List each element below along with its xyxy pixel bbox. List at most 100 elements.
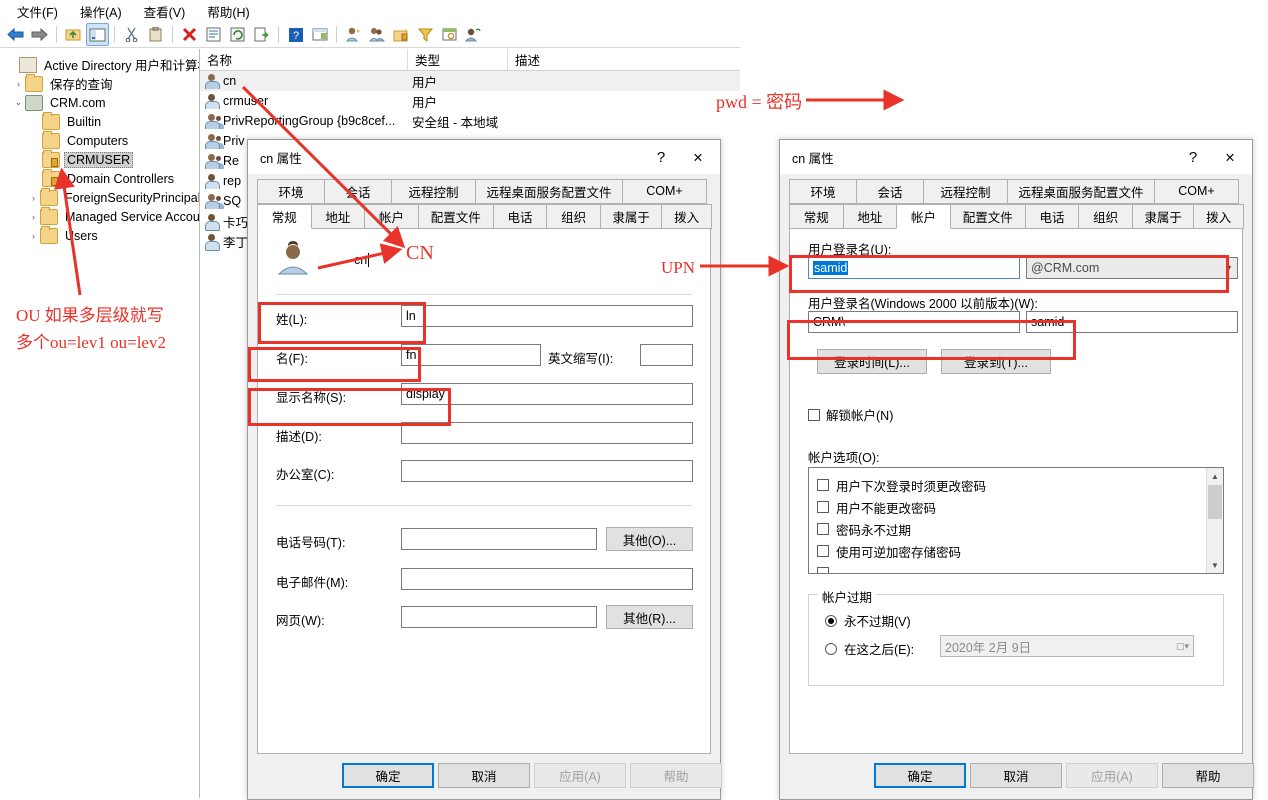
tab-rds-profile[interactable]: 远程桌面服务配置文件 xyxy=(1007,179,1155,204)
column-header-description[interactable]: 描述 xyxy=(508,49,658,70)
filter-icon[interactable] xyxy=(414,23,437,46)
twisty-icon[interactable]: › xyxy=(27,231,40,241)
close-icon[interactable]: ✕ xyxy=(1208,142,1252,173)
checkbox-icon[interactable] xyxy=(817,501,829,513)
delete-icon[interactable] xyxy=(178,23,201,46)
tab-com-plus[interactable]: COM+ xyxy=(622,179,707,204)
last-name-input[interactable]: ln xyxy=(401,305,693,327)
tree-item-crmuser[interactable]: CRMUSER xyxy=(0,149,199,169)
radio-icon[interactable] xyxy=(825,642,837,655)
tab-member-of[interactable]: 隶属于 xyxy=(599,204,663,229)
options-scrollbar[interactable]: ▲ ▼ xyxy=(1206,468,1223,573)
sam-account-input[interactable]: samid xyxy=(1026,311,1238,333)
tree-item-foreignsecurityprincipals[interactable]: › ForeignSecurityPrincipals xyxy=(0,187,199,207)
checkbox-icon[interactable] xyxy=(817,479,829,491)
tab-organization[interactable]: 组织 xyxy=(546,204,601,229)
tab-sessions[interactable]: 会话 xyxy=(856,179,924,204)
email-input[interactable] xyxy=(401,568,693,590)
logon-hours-button[interactable]: 登录时间(L)... xyxy=(817,349,927,374)
list-item[interactable]: 使用可逆加密存储密码 xyxy=(817,540,1207,562)
logon-to-button[interactable]: 登录到(T)... xyxy=(941,349,1051,374)
close-icon[interactable]: ✕ xyxy=(676,142,720,173)
table-row[interactable]: crmuser 用户 xyxy=(200,91,740,111)
twisty-icon[interactable]: ⌄ xyxy=(12,97,25,108)
table-row[interactable]: cn 用户 xyxy=(200,71,740,91)
new-user-icon[interactable] xyxy=(342,23,365,46)
checkbox-icon[interactable] xyxy=(817,545,829,557)
phone-input[interactable] xyxy=(401,528,597,550)
tab-com-plus[interactable]: COM+ xyxy=(1154,179,1239,204)
tab-remote-control[interactable]: 远程控制 xyxy=(391,179,476,204)
upn-input[interactable]: samid xyxy=(808,257,1020,279)
first-name-input[interactable]: fn xyxy=(401,344,541,366)
help-icon[interactable]: ? xyxy=(284,23,307,46)
tab-sessions[interactable]: 会话 xyxy=(324,179,392,204)
tab-rds-profile[interactable]: 远程桌面服务配置文件 xyxy=(475,179,623,204)
checkbox-icon[interactable] xyxy=(808,408,820,421)
tab-general[interactable]: 常规 xyxy=(789,204,844,229)
initials-input[interactable] xyxy=(640,344,693,366)
tree-item-builtin[interactable]: Builtin xyxy=(0,111,199,131)
tab-member-of[interactable]: 隶属于 xyxy=(1131,204,1195,229)
ok-button[interactable]: 确定 xyxy=(342,763,434,788)
list-item[interactable]: 密码永不过期 xyxy=(817,518,1207,540)
menu-item-help[interactable]: 帮助(H) xyxy=(196,0,260,23)
help-question-icon[interactable]: ? xyxy=(1178,142,1208,172)
phone-other-button[interactable]: 其他(O)... xyxy=(606,527,693,551)
forward-icon[interactable] xyxy=(28,23,51,46)
checkbox-icon[interactable] xyxy=(817,567,829,573)
tree-item-crm-com[interactable]: ⌄ CRM.com xyxy=(0,93,199,112)
list-item[interactable]: 用户下次登录时须更改密码 xyxy=(817,474,1207,496)
checkbox-icon[interactable] xyxy=(817,523,829,535)
table-row[interactable]: PrivReportingGroup {b9c8cef... 安全组 - 本地域 xyxy=(200,111,740,131)
help-question-icon[interactable]: ? xyxy=(646,142,676,172)
tab-address[interactable]: 地址 xyxy=(842,204,898,229)
cancel-button[interactable]: 取消 xyxy=(970,763,1062,788)
web-other-button[interactable]: 其他(R)... xyxy=(606,605,693,629)
tab-address[interactable]: 地址 xyxy=(310,204,366,229)
tab-account[interactable]: 帐户 xyxy=(896,204,951,229)
tab-profile[interactable]: 配置文件 xyxy=(949,204,1026,229)
account-options-list[interactable]: 用户下次登录时须更改密码 用户不能更改密码 密码永不过期 使用可逆加密存储密码 xyxy=(808,467,1224,574)
up-folder-icon[interactable] xyxy=(62,23,85,46)
export-list-icon[interactable] xyxy=(250,23,273,46)
tree-item-root[interactable]: Active Directory 用户和计算机 xyxy=(0,55,199,74)
tab-environment[interactable]: 环境 xyxy=(257,179,325,204)
tree-item-saved-queries[interactable]: › 保存的查询 xyxy=(0,73,199,93)
upn-suffix-dropdown[interactable]: @CRM.com ▼ xyxy=(1026,257,1238,279)
menu-item-view[interactable]: 查看(V) xyxy=(133,0,197,23)
cancel-button[interactable]: 取消 xyxy=(438,763,530,788)
scroll-down-icon[interactable]: ▼ xyxy=(1207,557,1223,573)
cut-icon[interactable] xyxy=(120,23,143,46)
tab-organization[interactable]: 组织 xyxy=(1078,204,1133,229)
properties-icon[interactable] xyxy=(202,23,225,46)
office-input[interactable] xyxy=(401,460,693,482)
new-ou-icon[interactable] xyxy=(390,23,413,46)
tree-item-computers[interactable]: Computers xyxy=(0,130,199,150)
radio-icon[interactable] xyxy=(825,614,837,627)
show-action-pane-icon[interactable] xyxy=(308,23,331,46)
paste-icon[interactable] xyxy=(144,23,167,46)
tab-profile[interactable]: 配置文件 xyxy=(417,204,494,229)
scroll-up-icon[interactable]: ▲ xyxy=(1207,468,1223,484)
tree-item-domain-controllers[interactable]: Domain Controllers xyxy=(0,168,199,188)
expiry-never-radio[interactable]: 永不过期(V) xyxy=(825,611,911,630)
web-input[interactable] xyxy=(401,606,597,628)
manage-icon[interactable] xyxy=(462,23,485,46)
tab-remote-control[interactable]: 远程控制 xyxy=(923,179,1008,204)
scrollbar-thumb[interactable] xyxy=(1208,485,1222,519)
display-name-input[interactable]: display xyxy=(401,383,693,405)
tab-general[interactable]: 常规 xyxy=(257,204,312,229)
refresh-icon[interactable] xyxy=(226,23,249,46)
help-button[interactable]: 帮助 xyxy=(1162,763,1254,788)
show-console-tree-icon[interactable] xyxy=(86,23,109,46)
list-item[interactable] xyxy=(817,562,1207,573)
description-input[interactable] xyxy=(401,422,693,444)
find-icon[interactable] xyxy=(438,23,461,46)
ok-button[interactable]: 确定 xyxy=(874,763,966,788)
calendar-dropdown-icon[interactable]: ▢▾ xyxy=(1176,641,1189,652)
column-header-type[interactable]: 类型 xyxy=(408,49,508,70)
twisty-icon[interactable]: › xyxy=(27,193,40,203)
tab-environment[interactable]: 环境 xyxy=(789,179,857,204)
tab-telephones[interactable]: 电话 xyxy=(492,204,548,229)
